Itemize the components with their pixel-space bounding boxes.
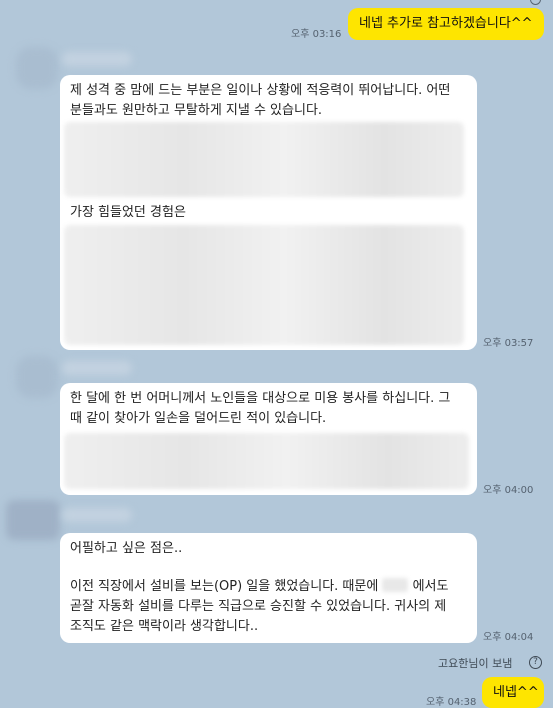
sender-avatar[interactable] [16, 356, 58, 398]
chat-area[interactable]: 오후 03:16 네넵 추가로 참고하겠습니다^^ 제 성격 중 맘에 드는 부… [0, 0, 553, 708]
message-text: 곧잘 자동화 설비를 다루는 직급으로 승진할 수 있었습니다. 귀사의 제 [70, 599, 447, 614]
partial-circle-icon [530, 0, 541, 5]
message-text: 네넵 추가로 참고하겠습니다^^ [359, 16, 533, 31]
help-icon[interactable]: ? [529, 656, 542, 669]
message-time: 오후 04:04 [483, 632, 534, 643]
sender-avatar[interactable] [6, 500, 60, 540]
redacted-content [64, 122, 464, 197]
sender-avatar[interactable] [16, 47, 58, 89]
message-text: 어필하고 싶은 점은.. [70, 541, 183, 556]
message-text: 에서도 [412, 579, 449, 594]
message-text: 네넵^^ [493, 685, 539, 700]
their-message-bubble[interactable]: 제 성격 중 맘에 드는 부분은 일이나 상황에 적응력이 뛰어납니다. 어떤 … [60, 75, 477, 350]
message-text: 때 같이 찾아가 일손을 덜어드린 적이 있습니다. [70, 411, 327, 426]
message-time: 오후 04:38 [426, 697, 477, 708]
sender-name [62, 508, 132, 522]
redacted-content [64, 225, 464, 345]
message-time: 오후 03:16 [291, 29, 342, 40]
message-text: 한 달에 한 번 어머니께서 노인들을 대상으로 미용 봉사를 하십니다. 그 [70, 391, 451, 406]
redacted-content [64, 433, 469, 489]
sender-name [62, 361, 132, 375]
their-message-bubble[interactable]: 한 달에 한 번 어머니께서 노인들을 대상으로 미용 봉사를 하십니다. 그 … [60, 383, 477, 495]
message-text: 제 성격 중 맘에 드는 부분은 일이나 상황에 적응력이 뛰어납니다. 어떤 [70, 83, 451, 98]
message-text: 이전 직장에서 설비를 보는(OP) 일을 했었습니다. 때문에 [70, 579, 379, 594]
message-text: 가장 힘들었던 경험은 [70, 205, 186, 220]
my-message-bubble[interactable]: 네넵^^ [482, 677, 544, 708]
message-text-line: 이전 직장에서 설비를 보는(OP) 일을 했었습니다. 때문에 에서도 [70, 577, 467, 597]
message-time: 오후 04:00 [483, 485, 534, 496]
their-message-bubble[interactable]: 어필하고 싶은 점은.. 이전 직장에서 설비를 보는(OP) 일을 했었습니다… [60, 533, 477, 643]
my-message-bubble[interactable]: 네넵 추가로 참고하겠습니다^^ [348, 8, 544, 40]
message-text: 분들과도 원만하고 무탈하게 지낼 수 있습니다. [70, 103, 323, 118]
redacted-word [382, 578, 409, 592]
message-time: 오후 03:57 [483, 338, 534, 349]
sender-name [62, 52, 132, 66]
sent-by-notice: 고요한님이 보냄 [438, 657, 513, 670]
message-text: 조직도 같은 맥락이라 생각합니다.. [70, 619, 259, 634]
